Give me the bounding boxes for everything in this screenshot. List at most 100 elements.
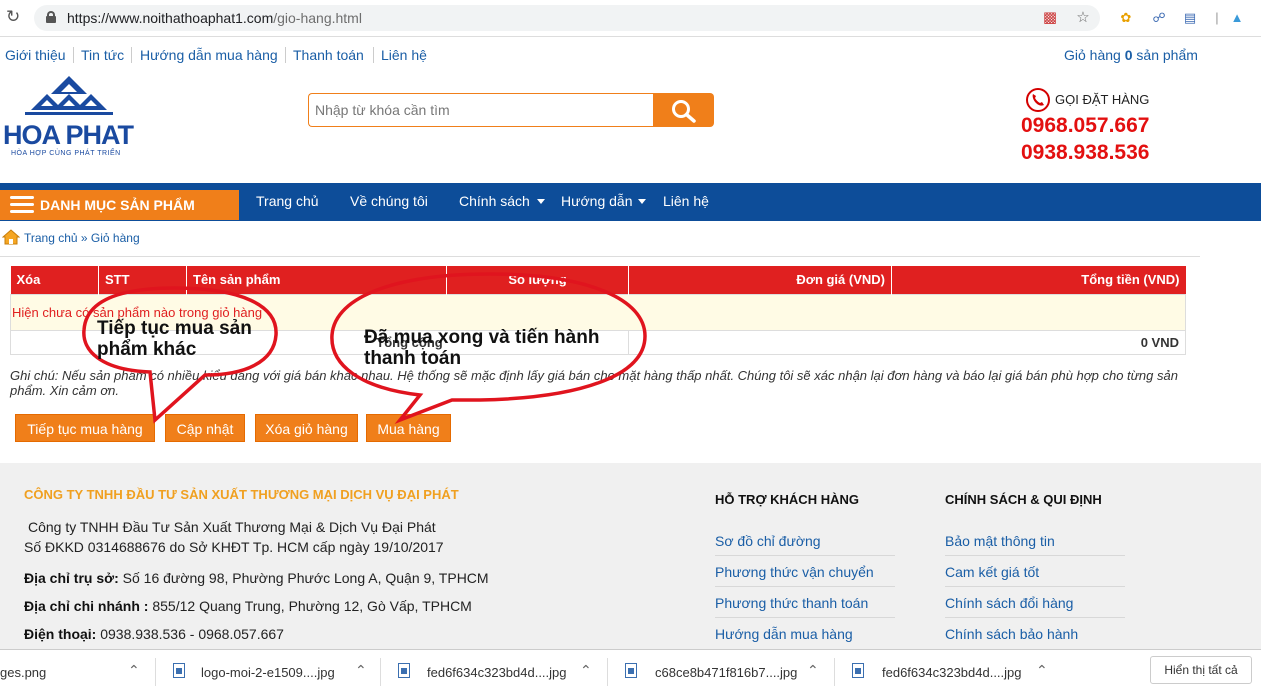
category-label: DANH MỤC SẢN PHẨM	[40, 197, 195, 213]
branch-value: 855/12 Quang Trung, Phường 12, Gò Vấp, T…	[148, 598, 472, 614]
support-link[interactable]: Hướng dẫn mua hàng	[715, 626, 895, 648]
site-logo[interactable]: HOA PHAT HÒA HỢP CÙNG PHÁT TRIỂN	[3, 76, 138, 162]
divider	[0, 256, 1200, 257]
cart-note: Ghi chú: Nếu sản phẩm có nhiều kiểu dáng…	[10, 368, 1178, 398]
download-filename: fed6f634c323bd4d....jpg	[882, 665, 1022, 680]
update-cart-button[interactable]: Cập nhật	[165, 414, 245, 442]
column-header: Số lượng	[446, 266, 629, 294]
download-filename: logo-moi-2-e1509....jpg	[201, 665, 335, 680]
cart-count: 0	[1124, 47, 1133, 63]
address-bar[interactable]: https://www.noithathoaphat1.com/gio-hang…	[34, 5, 1100, 31]
chevron-up-icon[interactable]: ⌃	[355, 662, 367, 679]
download-item[interactable]: fed6f634c323bd4d....jpg ⌃	[834, 650, 1061, 693]
breadcrumb-text[interactable]: Trang chủ » Giỏ hàng	[24, 231, 140, 245]
main-nav: DANH MỤC SẢN PHẨM Trang chủ Về chúng tôi…	[0, 183, 1261, 221]
cart-suffix: sản phẩm	[1136, 47, 1198, 63]
nav-item-guide[interactable]: Hướng dẫn	[561, 193, 632, 209]
footer-hq-address: Địa chỉ trụ sở: Số 16 đường 98, Phường P…	[24, 570, 489, 586]
menu-separator-icon: |	[1215, 10, 1219, 25]
image-file-icon	[173, 663, 185, 678]
toplink-news[interactable]: Tin tức	[81, 47, 124, 63]
category-menu-button[interactable]: DANH MỤC SẢN PHẨM	[0, 190, 239, 220]
policy-link[interactable]: Chính sách bảo hành	[945, 626, 1125, 648]
column-header: Tổng tiền (VND)	[891, 266, 1186, 294]
url-path: /gio-hang.html	[273, 10, 362, 26]
blocked-icon[interactable]: ▩	[1041, 9, 1059, 27]
download-item[interactable]: logo-moi-2-e1509....jpg ⌃	[155, 650, 380, 693]
home-icon[interactable]	[2, 228, 20, 246]
chevron-down-icon	[638, 199, 646, 204]
downloads-bar: ges.png ⌃ logo-moi-2-e1509....jpg ⌃ fed6…	[0, 649, 1261, 693]
star-icon[interactable]: ☆	[1074, 9, 1092, 27]
download-item[interactable]: fed6f634c323bd4d....jpg ⌃	[380, 650, 607, 693]
download-item[interactable]: c68ce8b471f816b7....jpg ⌃	[607, 650, 834, 693]
hq-value: Số 16 đường 98, Phường Phước Long A, Quậ…	[118, 570, 489, 586]
clear-cart-button[interactable]: Xóa giỏ hàng	[255, 414, 358, 442]
reload-icon[interactable]: ↻	[6, 8, 24, 26]
column-header: Tên sản phẩm	[186, 266, 447, 294]
policy-title: CHÍNH SÁCH & QUI ĐỊNH	[945, 492, 1102, 507]
support-link[interactable]: Sơ đồ chỉ đường	[715, 533, 895, 556]
search-input[interactable]	[308, 93, 654, 127]
divider	[73, 47, 74, 63]
column-header: STT	[98, 266, 187, 294]
extension-icon[interactable]: ✿	[1117, 9, 1135, 27]
chevron-up-icon[interactable]: ⌃	[128, 662, 140, 679]
hotline-number[interactable]: 0938.938.536	[1021, 141, 1149, 165]
hotline-label: GỌI ĐẶT HÀNG	[1055, 92, 1150, 107]
top-links-bar: Giới thiệu Tin tức Hướng dẫn mua hàng Th…	[0, 38, 1261, 72]
footer-business-reg: Số ĐKKD 0314688676 do Sở KHĐT Tp. HCM cấ…	[24, 539, 444, 555]
hq-label: Địa chỉ trụ sở:	[24, 570, 119, 586]
logo-brand: HOA PHAT	[3, 120, 134, 150]
search-button[interactable]	[653, 93, 714, 127]
hotline-number[interactable]: 0968.057.667	[1021, 114, 1149, 138]
annotation-continue: Tiếp tục mua sản phẩm khác	[97, 318, 252, 360]
policy-link[interactable]: Cam kết giá tốt	[945, 564, 1125, 587]
chevron-up-icon[interactable]: ⌃	[1036, 662, 1048, 679]
search-icon	[672, 100, 696, 123]
toplink-contact[interactable]: Liên hệ	[381, 47, 427, 63]
column-header: Đơn giá (VND)	[628, 266, 892, 294]
url-text[interactable]: https://www.noithathoaphat1.com/gio-hang…	[67, 10, 362, 26]
divider	[834, 658, 835, 686]
toplink-about[interactable]: Giới thiệu	[5, 47, 66, 63]
toplink-payment[interactable]: Thanh toán	[293, 47, 364, 63]
extension-icon[interactable]: ☍	[1150, 9, 1168, 27]
phone-label: Điện thoại:	[24, 626, 97, 642]
support-link[interactable]: Phương thức thanh toán	[715, 595, 895, 618]
chevron-up-icon[interactable]: ⌃	[580, 662, 592, 679]
checkout-button[interactable]: Mua hàng	[366, 414, 451, 442]
image-file-icon	[852, 663, 864, 678]
logo-tagline: HÒA HỢP CÙNG PHÁT TRIỂN	[11, 150, 121, 157]
column-header: Xóa	[10, 266, 99, 294]
total-value: 0 VND	[628, 329, 1186, 355]
nav-item-about[interactable]: Về chúng tôi	[350, 193, 428, 209]
support-link[interactable]: Phương thức vận chuyển	[715, 564, 895, 587]
policy-link[interactable]: Bảo mật thông tin	[945, 533, 1125, 556]
show-all-downloads-button[interactable]: Hiển thị tất cả	[1150, 656, 1252, 684]
nav-item-contact[interactable]: Liên hệ	[663, 193, 709, 209]
download-item[interactable]: ges.png ⌃	[0, 650, 155, 693]
branch-label: Địa chỉ chi nhánh :	[24, 598, 149, 614]
cart-summary-link[interactable]: Giỏ hàng 0 sản phẩm	[1064, 47, 1198, 63]
download-filename: ges.png	[0, 665, 47, 680]
phone-value: 0938.938.536 - 0968.057.667	[96, 626, 284, 642]
download-filename: c68ce8b471f816b7....jpg	[655, 665, 798, 680]
url-host: https://www.noithathoaphat1.com	[67, 10, 274, 26]
divider	[607, 658, 608, 686]
logo-mark-icon	[25, 76, 113, 115]
footer-phone: Điện thoại: 0938.938.536 - 0968.057.667	[24, 626, 284, 642]
footer: CÔNG TY TNHH ĐẦU TƯ SẢN XUẤT THƯƠNG MẠI …	[0, 463, 1261, 653]
chevron-up-icon[interactable]: ⌃	[807, 662, 819, 679]
continue-shopping-button[interactable]: Tiếp tục mua hàng	[15, 414, 155, 442]
toplink-buying-guide[interactable]: Hướng dẫn mua hàng	[140, 47, 278, 63]
nav-item-policy[interactable]: Chính sách	[459, 193, 530, 209]
footer-branch-address: Địa chỉ chi nhánh : 855/12 Quang Trung, …	[24, 598, 472, 614]
extension-icon[interactable]: ▤	[1181, 9, 1199, 27]
phone-icon	[1026, 88, 1050, 112]
search-bar	[308, 93, 714, 127]
policy-link[interactable]: Chính sách đổi hàng	[945, 595, 1125, 618]
profile-icon[interactable]: ▲	[1228, 9, 1246, 27]
annotation-checkout: Đã mua xong và tiến hành thanh toán	[364, 327, 600, 369]
nav-item-home[interactable]: Trang chủ	[256, 193, 319, 209]
